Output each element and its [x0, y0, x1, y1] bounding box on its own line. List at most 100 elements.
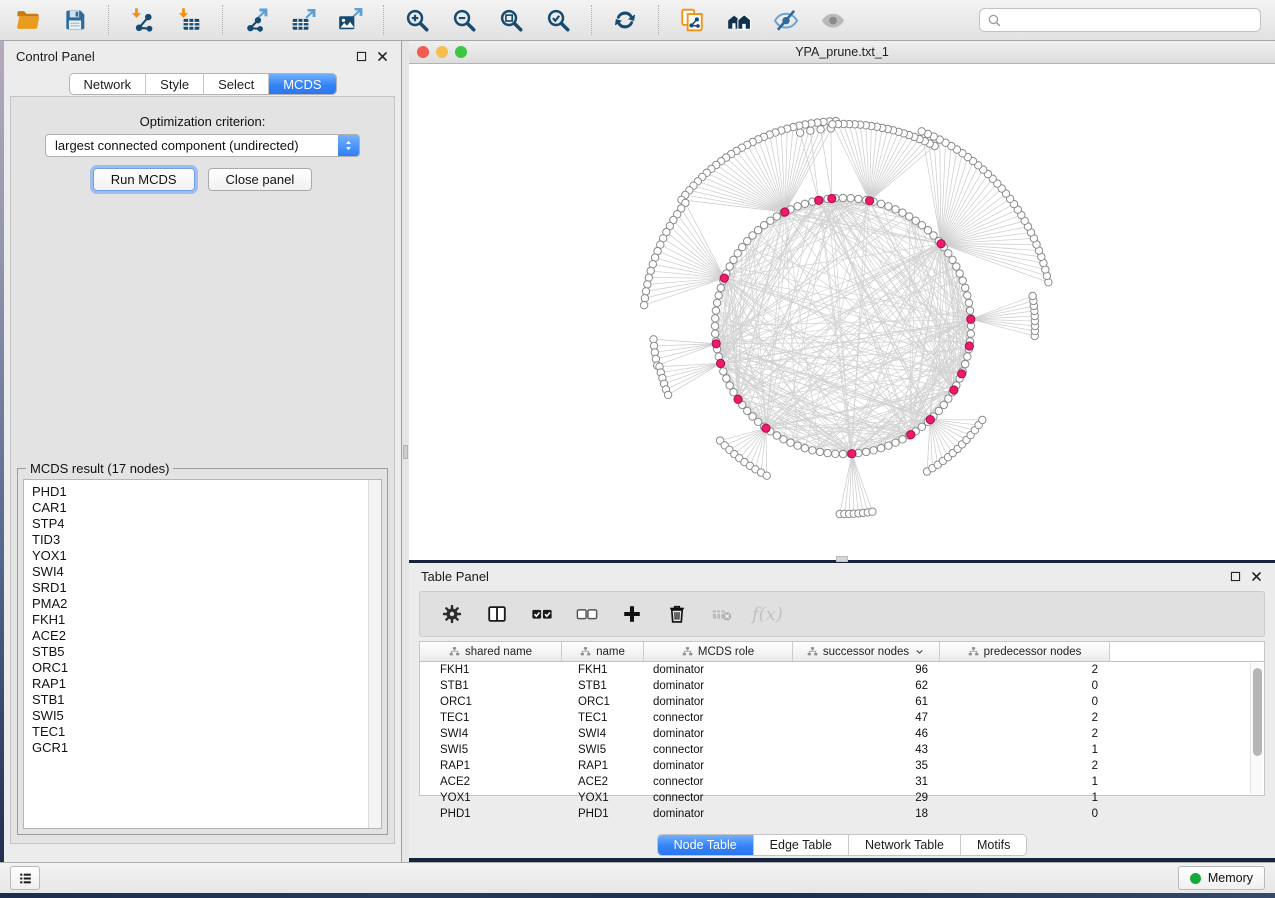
- mcds-result-item[interactable]: STP4: [32, 516, 381, 532]
- open-session-button[interactable]: [10, 4, 46, 36]
- window-close-button[interactable]: [417, 46, 429, 58]
- clone-network-button[interactable]: [674, 4, 710, 36]
- zoom-fit-button[interactable]: [493, 4, 529, 36]
- mcds-list-scrollbar[interactable]: [368, 480, 381, 828]
- deselect-all-rows-button[interactable]: [572, 597, 602, 631]
- toggle-column-panel-button[interactable]: [482, 597, 512, 631]
- add-column-button[interactable]: [617, 597, 647, 631]
- criterion-select[interactable]: largest connected component (undirected): [45, 134, 360, 157]
- import-network-button[interactable]: [124, 4, 160, 36]
- network-window: YPA_prune.txt_1: [409, 41, 1275, 560]
- mcds-result-item[interactable]: PMA2: [32, 596, 381, 612]
- table-cell: 2: [940, 758, 1110, 774]
- mcds-result-item[interactable]: SWI5: [32, 708, 381, 724]
- control-panel-tabs: NetworkStyleSelectMCDS: [68, 73, 336, 95]
- table-cell: SWI5: [562, 742, 644, 758]
- close-panel-icon-button[interactable]: [375, 49, 389, 63]
- table-settings-button[interactable]: [437, 597, 467, 631]
- table-row[interactable]: SWI4SWI4dominator462: [420, 726, 1264, 742]
- table-scrollbar[interactable]: [1250, 663, 1263, 794]
- mcds-result-item[interactable]: ORC1: [32, 660, 381, 676]
- mcds-result-item[interactable]: PHD1: [32, 484, 381, 500]
- mcds-result-item[interactable]: SWI4: [32, 564, 381, 580]
- column-type-icon: [580, 646, 591, 657]
- table-cell: STB1: [420, 678, 562, 694]
- mcds-result-item[interactable]: ACE2: [32, 628, 381, 644]
- table-row[interactable]: RAP1RAP1dominator352: [420, 758, 1264, 774]
- canvas-resize-grip[interactable]: [836, 556, 848, 562]
- mcds-result-item[interactable]: GCR1: [32, 740, 381, 756]
- zoom-out-button[interactable]: [446, 4, 482, 36]
- tab-network[interactable]: Network: [69, 74, 145, 94]
- column-header-name[interactable]: name: [562, 642, 644, 661]
- table-row[interactable]: SWI5SWI5connector431: [420, 742, 1264, 758]
- table-row[interactable]: ORC1ORC1dominator610: [420, 694, 1264, 710]
- window-minimize-button[interactable]: [436, 46, 448, 58]
- mcds-result-item[interactable]: FKH1: [32, 612, 381, 628]
- mcds-result-item[interactable]: CAR1: [32, 500, 381, 516]
- close-table-panel-button[interactable]: [1249, 569, 1263, 583]
- table-row[interactable]: PHD1PHD1dominator180: [420, 806, 1264, 822]
- mcds-result-list[interactable]: PHD1CAR1STP4TID3YOX1SWI4SRD1PMA2FKH1ACE2…: [23, 479, 382, 829]
- table-cell: 2: [940, 726, 1110, 742]
- import-table-button[interactable]: [171, 4, 207, 36]
- column-header-successor-nodes[interactable]: successor nodes: [793, 642, 940, 661]
- mcds-result-item[interactable]: YOX1: [32, 548, 381, 564]
- zoom-selected-icon: [545, 7, 571, 33]
- tab-style[interactable]: Style: [145, 74, 203, 94]
- tab-edge-table[interactable]: Edge Table: [753, 835, 848, 855]
- mcds-result-item[interactable]: STB1: [32, 692, 381, 708]
- hide-selected-button[interactable]: [768, 4, 804, 36]
- table-cell: FKH1: [562, 662, 644, 678]
- mcds-result-item[interactable]: SRD1: [32, 580, 381, 596]
- first-neighbors-button[interactable]: [721, 4, 757, 36]
- table-cell: 31: [793, 774, 940, 790]
- network-graph[interactable]: [409, 64, 1275, 560]
- window-zoom-button[interactable]: [455, 46, 467, 58]
- table-row[interactable]: TEC1TEC1connector472: [420, 710, 1264, 726]
- tab-node-table[interactable]: Node Table: [658, 835, 753, 855]
- table-cell: YOX1: [562, 790, 644, 806]
- panel-splitter[interactable]: [402, 41, 409, 862]
- memory-button[interactable]: Memory: [1178, 866, 1265, 890]
- table-row[interactable]: YOX1YOX1connector291: [420, 790, 1264, 806]
- save-session-button[interactable]: [57, 4, 93, 36]
- mcds-result-item[interactable]: STB5: [32, 644, 381, 660]
- node-table: shared namenameMCDS rolesuccessor nodesp…: [419, 641, 1265, 796]
- tab-motifs[interactable]: Motifs: [960, 835, 1026, 855]
- table-row[interactable]: ACE2ACE2connector311: [420, 774, 1264, 790]
- export-image-button[interactable]: [332, 4, 368, 36]
- mcds-result-item[interactable]: RAP1: [32, 676, 381, 692]
- table-cell: ORC1: [562, 694, 644, 710]
- export-network-button[interactable]: [238, 4, 274, 36]
- mcds-result-item[interactable]: TEC1: [32, 724, 381, 740]
- tasks-button[interactable]: [10, 866, 40, 890]
- run-mcds-button[interactable]: Run MCDS: [93, 168, 195, 191]
- column-header-predecessor-nodes[interactable]: predecessor nodes: [940, 642, 1110, 661]
- search-input[interactable]: [1003, 10, 1254, 30]
- tab-mcds[interactable]: MCDS: [268, 74, 335, 94]
- splitter-handle[interactable]: [403, 445, 408, 459]
- column-header-shared-name[interactable]: shared name: [420, 642, 562, 661]
- table-row[interactable]: STB1STB1dominator620: [420, 678, 1264, 694]
- zoom-in-button[interactable]: [399, 4, 435, 36]
- delete-column-button[interactable]: [662, 597, 692, 631]
- scrollbar-thumb[interactable]: [1253, 668, 1262, 756]
- column-header-mcds-role[interactable]: MCDS role: [644, 642, 793, 661]
- mcds-result-item[interactable]: TID3: [32, 532, 381, 548]
- close-panel-button[interactable]: Close panel: [208, 168, 313, 191]
- table-row[interactable]: FKH1FKH1dominator962: [420, 662, 1264, 678]
- zoom-selected-button[interactable]: [540, 4, 576, 36]
- column-type-icon: [449, 646, 460, 657]
- table-cell: connector: [644, 774, 793, 790]
- float-panel-button[interactable]: [354, 49, 368, 63]
- tab-select[interactable]: Select: [203, 74, 268, 94]
- tab-network-table[interactable]: Network Table: [848, 835, 960, 855]
- network-canvas[interactable]: [409, 64, 1275, 560]
- folder-icon: [15, 7, 41, 33]
- refresh-button[interactable]: [607, 4, 643, 36]
- export-table-button[interactable]: [285, 4, 321, 36]
- select-all-rows-button[interactable]: [527, 597, 557, 631]
- show-all-button[interactable]: [815, 4, 851, 36]
- float-table-panel-button[interactable]: [1228, 569, 1242, 583]
